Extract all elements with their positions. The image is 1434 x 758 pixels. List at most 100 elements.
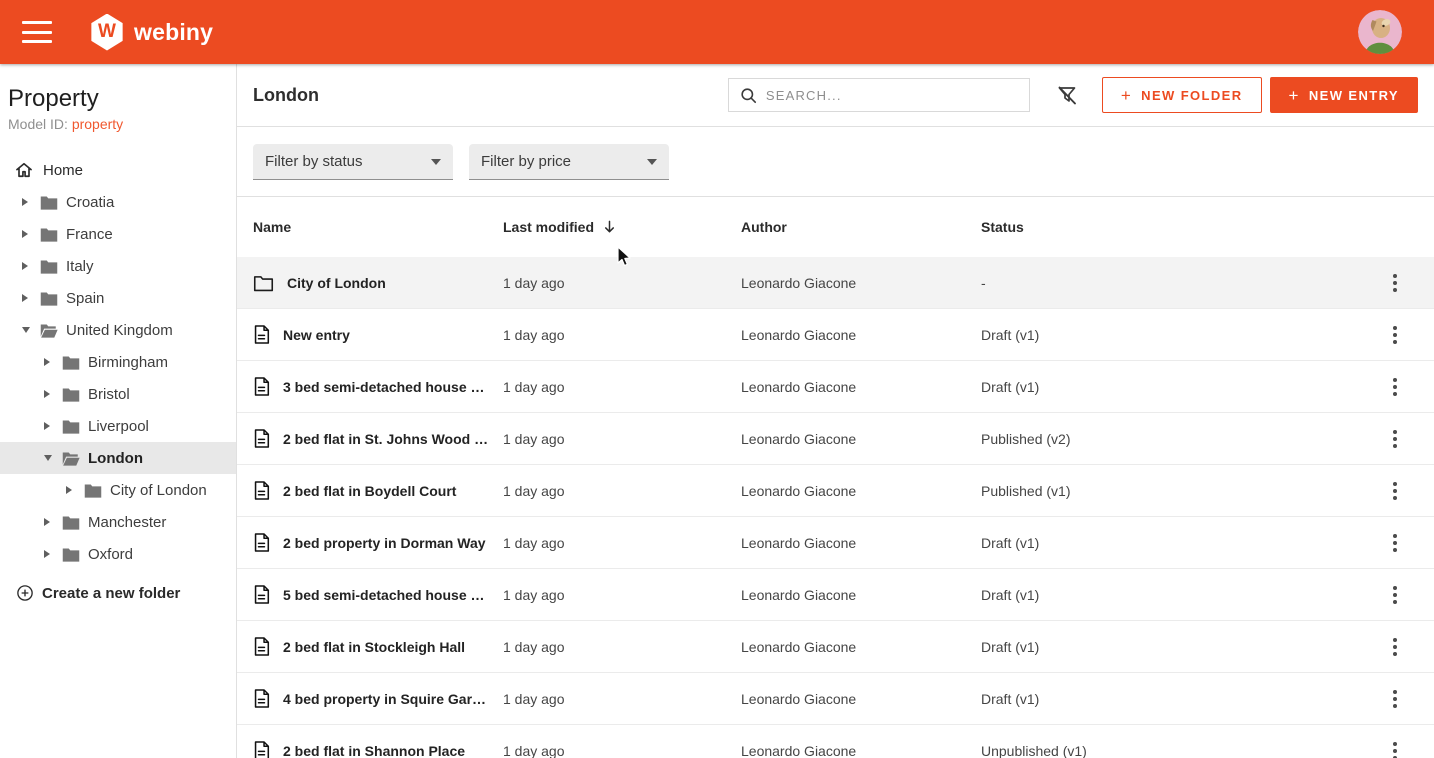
document-icon: [253, 532, 270, 553]
chevron-down-icon[interactable]: [44, 455, 62, 461]
home-icon: [14, 160, 34, 180]
sidebar-item-bristol[interactable]: Bristol: [0, 378, 236, 410]
row-status: Draft (v1): [981, 639, 1374, 655]
sidebar-item-france[interactable]: France: [0, 218, 236, 250]
plus-icon: +: [1121, 87, 1132, 104]
sidebar: Property Model ID: property Home Croatia…: [0, 64, 237, 758]
row-author: Leonardo Giacone: [741, 639, 981, 655]
search-input[interactable]: [766, 88, 1019, 103]
row-author: Leonardo Giacone: [741, 587, 981, 603]
sidebar-item-label: Spain: [66, 290, 104, 307]
new-entry-label: NEW ENTRY: [1309, 88, 1399, 103]
chevron-right-icon[interactable]: [44, 390, 62, 398]
table-row[interactable]: 2 bed flat in Boydell Court1 day agoLeon…: [237, 465, 1434, 517]
dropdown-arrow-icon: [647, 159, 657, 165]
row-status: -: [981, 275, 1374, 291]
avatar[interactable]: [1358, 10, 1402, 54]
row-name: City of London: [287, 275, 386, 291]
row-menu-kebab-icon[interactable]: [1382, 474, 1408, 508]
row-status: Draft (v1): [981, 379, 1374, 395]
row-menu-kebab-icon[interactable]: [1382, 370, 1408, 404]
new-entry-button[interactable]: + NEW ENTRY: [1270, 77, 1418, 113]
sidebar-item-manchester[interactable]: Manchester: [0, 506, 236, 538]
filter-by-price-label: Filter by price: [481, 153, 571, 170]
sidebar-item-croatia[interactable]: Croatia: [0, 186, 236, 218]
sidebar-item-label: Croatia: [66, 194, 114, 211]
sidebar-item-london[interactable]: London: [0, 442, 236, 474]
row-menu-kebab-icon[interactable]: [1382, 682, 1408, 716]
document-icon: [253, 688, 270, 709]
model-id: Model ID: property: [8, 116, 220, 132]
sidebar-item-united-kingdom[interactable]: United Kingdom: [0, 314, 236, 346]
chevron-right-icon[interactable]: [22, 294, 40, 302]
table-row[interactable]: City of London1 day agoLeonardo Giacone-: [237, 257, 1434, 309]
chevron-right-icon[interactable]: [44, 358, 62, 366]
document-icon: [253, 584, 270, 605]
table-row[interactable]: 4 bed property in Squire Gar…1 day agoLe…: [237, 673, 1434, 725]
create-folder-label: Create a new folder: [42, 585, 180, 602]
folder-open-icon: [62, 450, 80, 466]
chevron-right-icon[interactable]: [44, 550, 62, 558]
chevron-right-icon[interactable]: [44, 422, 62, 430]
row-menu-kebab-icon[interactable]: [1382, 578, 1408, 612]
sidebar-item-oxford[interactable]: Oxford: [0, 538, 236, 570]
row-menu-kebab-icon[interactable]: [1382, 630, 1408, 664]
table-row[interactable]: 2 bed flat in Shannon Place1 day agoLeon…: [237, 725, 1434, 758]
row-menu-kebab-icon[interactable]: [1382, 734, 1408, 758]
document-icon: [253, 376, 270, 397]
row-menu-kebab-icon[interactable]: [1382, 266, 1408, 300]
table-row[interactable]: New entry1 day agoLeonardo GiaconeDraft …: [237, 309, 1434, 361]
brand-text: webiny: [134, 19, 213, 46]
model-id-label: Model ID:: [8, 116, 68, 132]
chevron-right-icon[interactable]: [66, 486, 84, 494]
webiny-logo[interactable]: W webiny: [90, 14, 213, 51]
sidebar-item-spain[interactable]: Spain: [0, 282, 236, 314]
row-name: 4 bed property in Squire Gar…: [283, 691, 486, 707]
sidebar-item-liverpool[interactable]: Liverpool: [0, 410, 236, 442]
folder-icon: [40, 258, 58, 274]
create-folder-button[interactable]: Create a new folder: [0, 578, 236, 608]
table-row[interactable]: 2 bed property in Dorman Way1 day agoLeo…: [237, 517, 1434, 569]
row-menu-kebab-icon[interactable]: [1382, 318, 1408, 352]
filter-bar: Filter by status Filter by price: [237, 127, 1434, 197]
column-header-status[interactable]: Status: [981, 219, 1374, 235]
row-name: 3 bed semi-detached house …: [283, 379, 485, 395]
avatar-dog-image: [1358, 10, 1402, 54]
sidebar-item-italy[interactable]: Italy: [0, 250, 236, 282]
table-row[interactable]: 3 bed semi-detached house …1 day agoLeon…: [237, 361, 1434, 413]
chevron-right-icon[interactable]: [22, 198, 40, 206]
model-id-link[interactable]: property: [72, 116, 123, 132]
row-author: Leonardo Giacone: [741, 743, 981, 758]
row-name: 2 bed flat in Stockleigh Hall: [283, 639, 465, 655]
sidebar-item-home[interactable]: Home: [0, 154, 236, 186]
row-modified: 1 day ago: [503, 327, 741, 343]
table-row[interactable]: 5 bed semi-detached house …1 day agoLeon…: [237, 569, 1434, 621]
sidebar-item-birmingham[interactable]: Birmingham: [0, 346, 236, 378]
chevron-right-icon[interactable]: [22, 262, 40, 270]
row-modified: 1 day ago: [503, 275, 741, 291]
folder-tree: Home Croatia FranceItaly Spain United Kingd…: [0, 154, 236, 570]
sidebar-item-label: Bristol: [88, 386, 130, 403]
new-folder-button[interactable]: + NEW FOLDER: [1102, 77, 1262, 113]
table-row[interactable]: 2 bed flat in Stockleigh Hall1 day agoLe…: [237, 621, 1434, 673]
column-header-name[interactable]: Name: [237, 219, 503, 235]
filter-by-status-select[interactable]: Filter by status: [253, 144, 453, 180]
filter-by-price-select[interactable]: Filter by price: [469, 144, 669, 180]
column-header-last-modified[interactable]: Last modified: [503, 219, 741, 235]
row-modified: 1 day ago: [503, 691, 741, 707]
chevron-right-icon[interactable]: [44, 518, 62, 526]
row-status: Published (v1): [981, 483, 1374, 499]
column-header-author[interactable]: Author: [741, 219, 981, 235]
sidebar-item-label: Birmingham: [88, 354, 168, 371]
table-row[interactable]: 2 bed flat in St. Johns Wood …1 day agoL…: [237, 413, 1434, 465]
menu-icon[interactable]: [22, 21, 52, 43]
folder-icon: [40, 194, 58, 210]
row-menu-kebab-icon[interactable]: [1382, 422, 1408, 456]
chevron-right-icon[interactable]: [22, 230, 40, 238]
row-name: 2 bed flat in Shannon Place: [283, 743, 465, 758]
chevron-down-icon[interactable]: [22, 327, 40, 333]
sidebar-item-label: Home: [43, 162, 83, 179]
filter-off-icon[interactable]: [1054, 82, 1080, 108]
row-menu-kebab-icon[interactable]: [1382, 526, 1408, 560]
sidebar-item-city-of-london[interactable]: City of London: [0, 474, 236, 506]
